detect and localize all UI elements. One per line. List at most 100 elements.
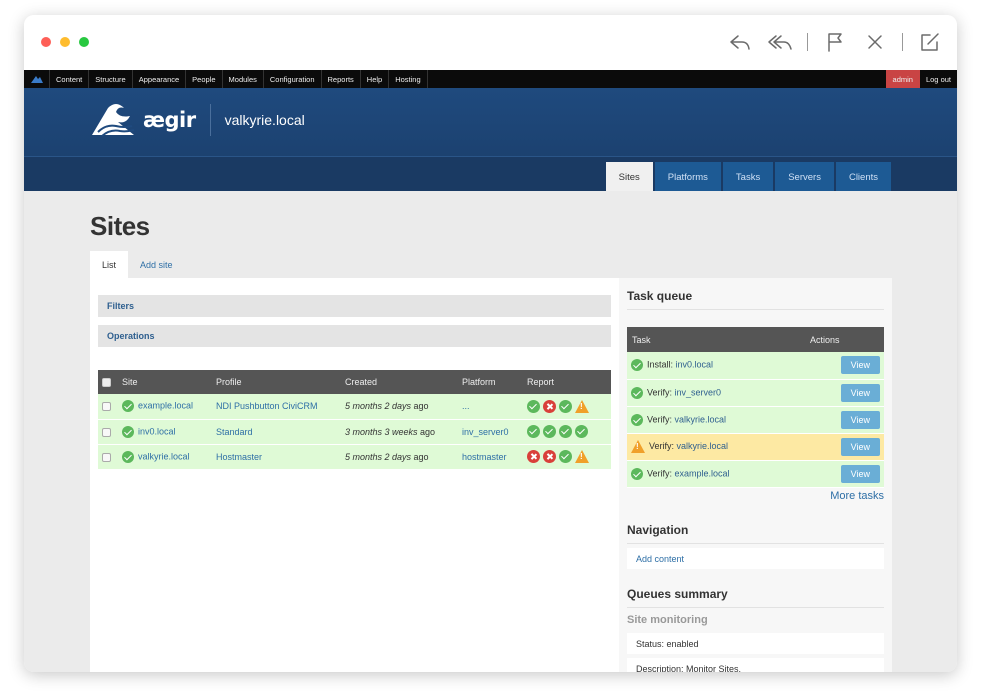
site-link[interactable]: example.local <box>138 401 193 411</box>
task-target-link[interactable]: inv0.local <box>676 360 714 370</box>
created-suffix: ago <box>417 426 436 437</box>
platform-link[interactable]: inv_server0 <box>458 419 523 445</box>
aegir-wave-logo-icon <box>92 104 135 137</box>
site-name[interactable]: valkyrie.local <box>225 112 305 128</box>
page-background: Sites List Add site Filters Operations S… <box>24 191 957 672</box>
site-monitoring-heading: Site monitoring <box>627 614 708 626</box>
select-all-checkbox[interactable] <box>102 378 111 388</box>
minimize-window-button[interactable] <box>60 37 70 47</box>
tab-servers[interactable]: Servers <box>775 162 834 192</box>
view-button[interactable]: View <box>840 356 880 375</box>
task-row: Verify: inv_server0 View <box>627 379 884 407</box>
view-button[interactable]: View <box>840 410 880 429</box>
action-cell: View <box>805 460 884 488</box>
site-logo[interactable]: ægir valkyrie.local <box>90 102 305 138</box>
report-cell <box>523 419 611 445</box>
view-button[interactable]: View <box>840 464 880 483</box>
tab-sites[interactable]: Sites <box>605 162 653 192</box>
view-button[interactable]: View <box>840 437 880 456</box>
status-ok-icon <box>631 413 643 426</box>
row-checkbox[interactable] <box>102 452 111 462</box>
tab-tasks[interactable]: Tasks <box>722 162 774 192</box>
task-target-link[interactable]: valkyrie.local <box>677 441 729 451</box>
created-suffix: ago <box>411 401 429 412</box>
task-target-link[interactable]: example.local <box>675 468 730 478</box>
row-select-cell <box>98 394 118 420</box>
profile-link[interactable]: NDI Pushbutton CiviCRM <box>212 394 341 420</box>
admin-menu-hosting[interactable]: Hosting <box>389 70 428 88</box>
platform-link[interactable]: ... <box>458 394 523 420</box>
reply-all-icon[interactable] <box>767 29 793 55</box>
report-cell: ! <box>523 444 611 470</box>
admin-menu-appearance[interactable]: Appearance <box>133 70 187 88</box>
filters-fieldset[interactable]: Filters <box>98 295 611 317</box>
close-icon[interactable] <box>862 29 888 55</box>
platform-link[interactable]: hostmaster <box>458 444 523 470</box>
row-select-cell <box>98 444 118 470</box>
status-ok-icon <box>631 386 643 399</box>
admin-menu-reports[interactable]: Reports <box>322 70 361 88</box>
flag-icon[interactable] <box>822 29 848 55</box>
zoom-window-button[interactable] <box>79 37 89 47</box>
compose-icon[interactable] <box>917 29 943 55</box>
subtab-add-site[interactable]: Add site <box>128 251 185 278</box>
admin-menu-help[interactable]: Help <box>361 70 390 88</box>
navigation-heading: Navigation <box>627 523 689 537</box>
admin-menu-structure[interactable]: Structure <box>89 70 133 88</box>
task-label: Verify: <box>649 440 677 451</box>
sites-table: Site Profile Created Platform Report exa… <box>98 370 611 470</box>
table-row: valkyrie.local Hostmaster 5 months 2 day… <box>98 444 611 470</box>
table-row: example.local NDI Pushbutton CiviCRM 5 m… <box>98 394 611 420</box>
check-icon <box>559 425 572 438</box>
row-select-cell <box>98 419 118 445</box>
subtab-list[interactable]: List <box>90 251 129 278</box>
task-target-link[interactable]: valkyrie.local <box>675 414 727 424</box>
row-checkbox[interactable] <box>102 427 111 437</box>
column-header-created[interactable]: Created <box>341 370 458 394</box>
more-tasks-link[interactable]: More tasks <box>830 490 884 502</box>
admin-menu-content[interactable]: Content <box>50 70 90 88</box>
admin-menu-configuration[interactable]: Configuration <box>264 70 322 88</box>
primary-tabs: Sites Platforms Tasks Servers Clients <box>604 162 891 192</box>
error-icon <box>543 399 556 413</box>
task-row: ! Verify: valkyrie.local View <box>627 433 884 461</box>
add-content-link[interactable]: Add content <box>627 548 884 569</box>
task-label: Verify: <box>647 413 675 424</box>
profile-link[interactable]: Standard <box>212 419 341 445</box>
column-header-actions: Actions <box>805 327 884 352</box>
admin-user-link[interactable]: admin <box>885 70 920 88</box>
column-header-platform[interactable]: Platform <box>458 370 523 394</box>
toolbar-separator <box>902 33 903 51</box>
column-header-profile[interactable]: Profile <box>212 370 341 394</box>
profile-link[interactable]: Hostmaster <box>212 444 341 470</box>
close-window-button[interactable] <box>41 37 51 47</box>
created-cell: 5 months 2 days ago <box>341 444 458 470</box>
logout-link[interactable]: Log out <box>920 70 957 88</box>
column-header-site[interactable]: Site <box>118 370 212 394</box>
row-checkbox[interactable] <box>102 402 111 412</box>
reply-icon[interactable] <box>727 29 753 55</box>
task-cell: Verify: inv_server0 <box>627 379 805 407</box>
window-controls <box>41 37 89 47</box>
home-icon[interactable] <box>24 70 50 88</box>
tab-platforms[interactable]: Platforms <box>654 162 721 192</box>
task-label: Verify: <box>647 386 675 397</box>
check-icon <box>559 450 572 463</box>
task-target-link[interactable]: inv_server0 <box>675 387 722 397</box>
admin-menu-modules[interactable]: Modules <box>223 70 264 88</box>
divider <box>627 309 884 310</box>
site-link[interactable]: inv0.local <box>138 426 176 436</box>
warning-icon: ! <box>631 440 645 453</box>
admin-menu-people[interactable]: People <box>186 70 223 88</box>
task-queue-table: Task Actions Install: inv0.local View Ve… <box>627 327 884 488</box>
site-link[interactable]: valkyrie.local <box>138 451 190 461</box>
select-all-cell <box>98 370 118 394</box>
tab-clients[interactable]: Clients <box>835 162 891 192</box>
status-ok-icon <box>631 359 643 372</box>
task-cell: Verify: valkyrie.local <box>627 406 805 434</box>
site-cell: inv0.local <box>118 419 212 445</box>
warning-icon: ! <box>575 399 589 413</box>
view-button[interactable]: View <box>840 383 880 402</box>
operations-fieldset[interactable]: Operations <box>98 325 611 347</box>
main-panel: Filters Operations Site Profile Created … <box>90 278 619 672</box>
